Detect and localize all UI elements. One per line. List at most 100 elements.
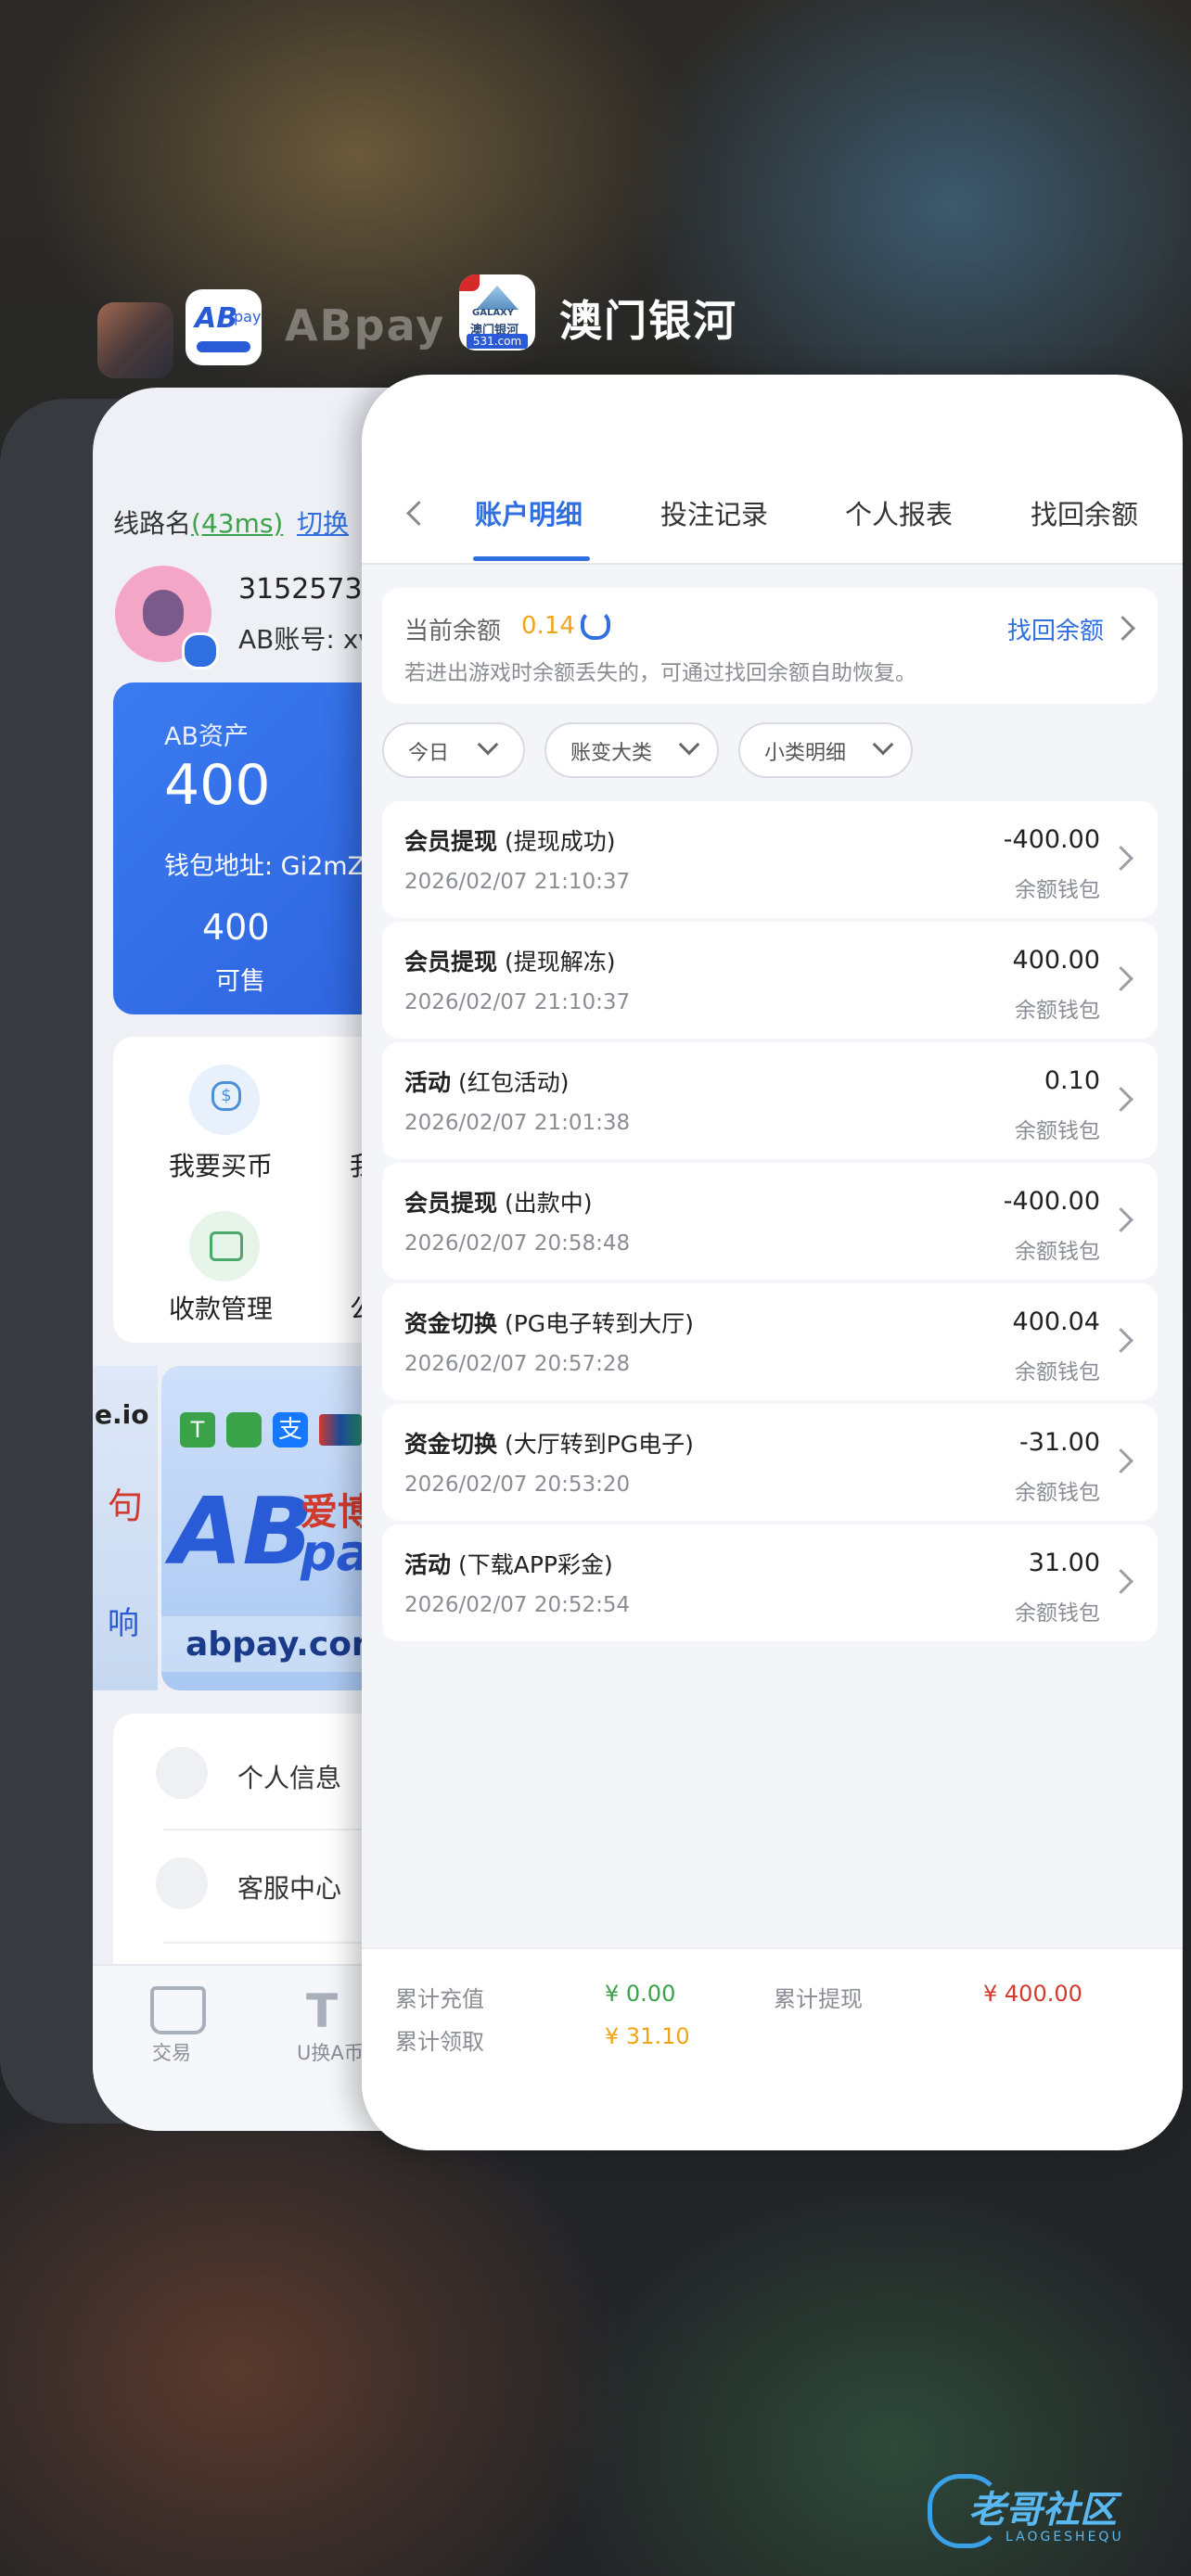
switch-line-link[interactable]: 切换 bbox=[297, 504, 349, 541]
transaction-row[interactable]: 会员提现 (出款中) 2026/02/07 20:58:48 -400.00 余额钱包 bbox=[382, 1163, 1158, 1280]
abpay-icon-text: AB bbox=[195, 302, 238, 335]
transaction-wallet: 余额钱包 bbox=[1015, 1240, 1100, 1264]
sellable-value: 400 bbox=[202, 907, 270, 948]
chevron-down-icon bbox=[872, 733, 894, 756]
back-icon[interactable] bbox=[406, 501, 431, 526]
unionpay-icon bbox=[319, 1414, 362, 1446]
galaxy-app-card[interactable]: 账户明细 投注记录 个人报表 找回余额 当前余额 0.14 找回余额 若进出游戏… bbox=[362, 375, 1183, 2150]
account-label: AB账号: xv bbox=[238, 624, 374, 655]
transaction-title: 资金切换 (大厅转到PG电子) bbox=[404, 1431, 694, 1458]
total-claim-label: 累计领取 bbox=[395, 2029, 484, 2055]
tab-account-detail[interactable]: 账户明细 bbox=[475, 493, 583, 532]
transaction-date: 2026/02/07 21:10:37 bbox=[404, 990, 631, 1014]
watermark-logo: 老哥社区 LAOGESHEQU bbox=[928, 2467, 1178, 2559]
nav-trade-tab[interactable]: 交易 bbox=[152, 2038, 191, 2066]
chevron-right-icon bbox=[1108, 1569, 1133, 1594]
transaction-title: 资金切换 (PG电子转到大厅) bbox=[404, 1310, 694, 1337]
transaction-wallet: 余额钱包 bbox=[1015, 1360, 1100, 1384]
chevron-right-icon bbox=[1108, 1087, 1133, 1112]
category-filter[interactable]: 账变大类 bbox=[544, 722, 719, 778]
transaction-amount: 400.04 bbox=[1012, 1307, 1100, 1336]
transaction-row[interactable]: 活动 (红包活动) 2026/02/07 21:01:38 0.10 余额钱包 bbox=[382, 1042, 1158, 1159]
date-filter[interactable]: 今日 bbox=[382, 722, 525, 778]
total-claim-value: ¥ 31.10 bbox=[605, 2023, 690, 2049]
balance-label: 当前余额 bbox=[404, 618, 502, 645]
wechat-icon bbox=[226, 1412, 262, 1447]
abpay-app-label: ABpay bbox=[285, 300, 446, 351]
transaction-amount: 0.10 bbox=[1044, 1066, 1100, 1095]
transaction-wallet: 余额钱包 bbox=[1015, 1481, 1100, 1505]
balance-card: 当前余额 0.14 找回余额 若进出游戏时余额丢失的，可通过找回余额自助恢复。 bbox=[382, 588, 1158, 704]
game-app-icon[interactable] bbox=[97, 302, 173, 378]
tab-recover-balance[interactable]: 找回余额 bbox=[1031, 493, 1138, 532]
total-recharge-value: ¥ 0.00 bbox=[605, 1981, 676, 2007]
person-icon bbox=[156, 1747, 208, 1799]
active-tab-indicator bbox=[473, 556, 590, 561]
subcategory-filter[interactable]: 小类明细 bbox=[738, 722, 913, 778]
chevron-down-icon bbox=[678, 733, 700, 756]
galaxy-app-icon[interactable]: GALAXY 澳门银河 531.com bbox=[459, 274, 535, 351]
transaction-date: 2026/02/07 21:10:37 bbox=[404, 870, 631, 894]
transaction-wallet: 余额钱包 bbox=[1015, 999, 1100, 1023]
personal-info-item[interactable]: 个人信息 bbox=[237, 1758, 341, 1795]
transaction-row[interactable]: 会员提现 (提现解冻) 2026/02/07 21:10:37 400.00 余额钱包 bbox=[382, 922, 1158, 1039]
tab-bet-records[interactable]: 投注记录 bbox=[660, 493, 768, 532]
wallet-address: 钱包地址: Gi2mZ bbox=[164, 852, 365, 881]
transaction-title: 会员提现 (提现成功) bbox=[404, 828, 616, 855]
sellable-label: 可售 bbox=[215, 967, 265, 996]
left-banner[interactable]: e.io 句 响 bbox=[93, 1366, 158, 1690]
avatar[interactable] bbox=[115, 566, 219, 670]
latency-value: (43ms) bbox=[191, 508, 284, 539]
payment-management-button[interactable]: 收款管理 bbox=[169, 1289, 273, 1326]
transaction-date: 2026/02/07 20:58:48 bbox=[404, 1231, 631, 1256]
edit-icon[interactable] bbox=[182, 632, 219, 670]
galaxy-icon-domain: 531.com bbox=[467, 334, 528, 349]
asset-label: AB资产 bbox=[164, 722, 249, 751]
user-id: 3152573 bbox=[238, 573, 363, 606]
watermark-text: 老哥社区 bbox=[968, 2489, 1117, 2531]
transaction-title: 活动 (红包活动) bbox=[404, 1069, 570, 1096]
headset-icon bbox=[156, 1857, 208, 1909]
total-withdraw-value: ¥ 400.00 bbox=[983, 1981, 1082, 2007]
tether-nav-icon: T bbox=[306, 1984, 339, 2038]
summary-footer: 累计充值 ¥ 0.00 累计提现 ¥ 400.00 累计领取 ¥ 31.10 bbox=[362, 1947, 1183, 2150]
transaction-title: 活动 (下载APP彩金) bbox=[404, 1551, 613, 1578]
recover-balance-link[interactable]: 找回余额 bbox=[1007, 612, 1104, 646]
wallet-icon bbox=[189, 1211, 260, 1282]
transaction-date: 2026/02/07 20:52:54 bbox=[404, 1593, 631, 1617]
tab-personal-report[interactable]: 个人报表 bbox=[845, 493, 953, 532]
banner-logo: AB bbox=[171, 1477, 314, 1586]
transaction-wallet: 余额钱包 bbox=[1015, 1601, 1100, 1626]
transaction-row[interactable]: 活动 (下载APP彩金) 2026/02/07 20:52:54 31.00 余额钱包 bbox=[382, 1524, 1158, 1641]
transaction-row[interactable]: 会员提现 (提现成功) 2026/02/07 21:10:37 -400.00 余额钱… bbox=[382, 801, 1158, 918]
banner-left-text-1: e.io bbox=[95, 1399, 149, 1430]
service-center-item[interactable]: 客服中心 bbox=[237, 1868, 341, 1906]
tether-icon: T bbox=[180, 1412, 215, 1447]
chevron-down-icon bbox=[477, 733, 499, 756]
asset-value: 400 bbox=[164, 753, 271, 818]
transaction-row[interactable]: 资金切换 (PG电子转到大厅) 2026/02/07 20:57:28 400.04… bbox=[382, 1283, 1158, 1400]
abpay-icon-sub: pay bbox=[234, 308, 262, 325]
chevron-right-icon bbox=[1108, 1448, 1133, 1473]
banner-left-text-3: 响 bbox=[108, 1605, 139, 1642]
transaction-wallet: 余额钱包 bbox=[1015, 878, 1100, 902]
chevron-right-icon bbox=[1108, 1207, 1133, 1232]
watermark-subtext: LAOGESHEQU bbox=[1005, 2530, 1124, 2544]
nav-exchange-tab[interactable]: U换A币 bbox=[297, 2038, 364, 2066]
main-app-label: 澳门银河 bbox=[559, 296, 737, 346]
total-withdraw-label: 累计提现 bbox=[774, 1986, 863, 2012]
banner-left-text-2: 句 bbox=[108, 1486, 144, 1526]
buy-coin-button[interactable]: 我要买币 bbox=[169, 1146, 273, 1183]
transaction-row[interactable]: 资金切换 (大厅转到PG电子) 2026/02/07 20:53:20 -31.00… bbox=[382, 1404, 1158, 1521]
abpay-app-icon[interactable]: AB pay bbox=[186, 289, 262, 365]
galaxy-icon-text: GALAXY bbox=[472, 308, 515, 318]
transaction-wallet: 余额钱包 bbox=[1015, 1119, 1100, 1143]
tab-bar: 账户明细 投注记录 个人报表 找回余额 bbox=[362, 375, 1183, 565]
balance-tip: 若进出游戏时余额丢失的，可通过找回余额自助恢复。 bbox=[404, 661, 916, 685]
refresh-icon[interactable] bbox=[581, 610, 610, 640]
chevron-right-icon bbox=[1108, 1328, 1133, 1353]
line-label: 线路名(43ms) bbox=[113, 508, 284, 539]
transaction-title: 会员提现 (出款中) bbox=[404, 1190, 593, 1217]
transaction-amount: -400.00 bbox=[1003, 1187, 1100, 1216]
account-detail-content: 当前余额 0.14 找回余额 若进出游戏时余额丢失的，可通过找回余额自助恢复。 … bbox=[362, 565, 1183, 1956]
